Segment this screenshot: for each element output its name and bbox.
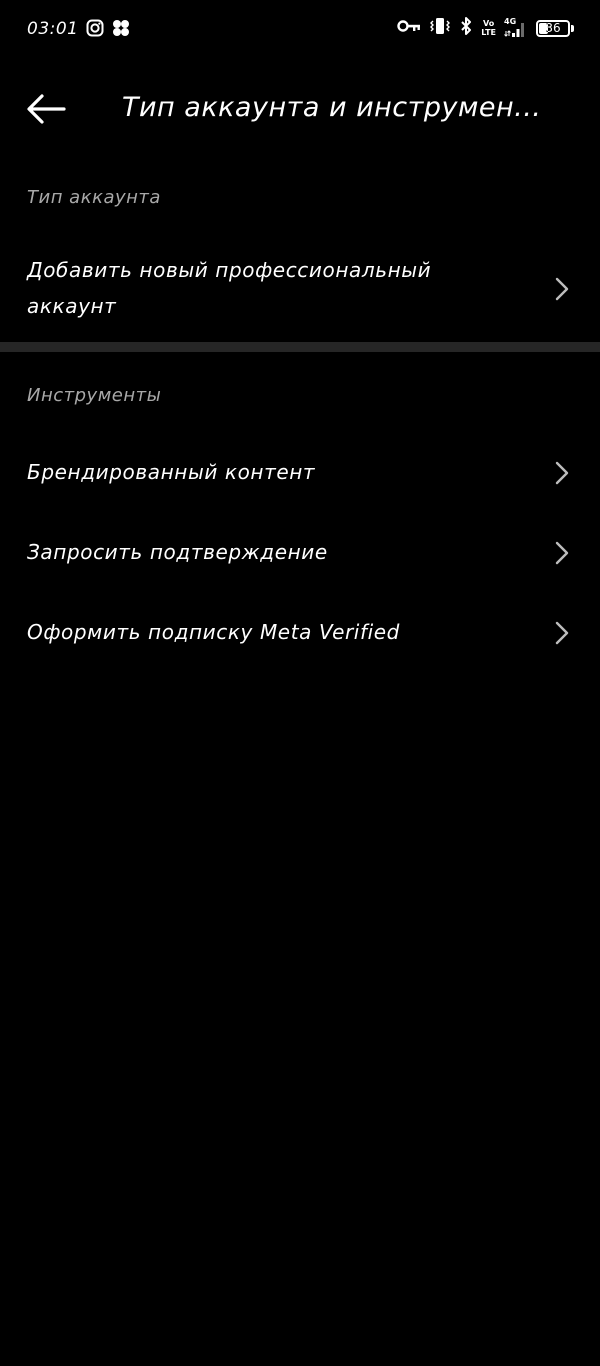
list-item-label: Оформить подписку Meta Verified xyxy=(27,620,400,644)
volte-bottom-label: LTE xyxy=(481,28,496,37)
section-header-tools: Инструменты xyxy=(27,385,162,406)
arrow-left-icon xyxy=(27,94,66,124)
section-header-account-type: Тип аккаунта xyxy=(27,187,161,208)
list-item-add-professional-account[interactable]: Добавить новый профессиональный аккаунт xyxy=(0,250,600,326)
vibrate-icon xyxy=(429,17,451,39)
pinwheel-icon xyxy=(112,19,130,41)
instagram-icon xyxy=(86,19,104,41)
bluetooth-icon xyxy=(459,17,473,39)
section-divider xyxy=(0,342,600,352)
chevron-right-icon xyxy=(555,461,569,485)
list-item-request-verification[interactable]: Запросить подтверждение xyxy=(0,530,600,576)
app-header: Тип аккаунта и инструмен... xyxy=(0,78,600,140)
list-item-label: Добавить новый профессиональный аккаунт xyxy=(27,258,432,318)
chevron-right-icon xyxy=(555,621,569,645)
list-item-label: Брендированный контент xyxy=(27,460,316,484)
back-button[interactable] xyxy=(22,88,70,130)
list-item-label: Запросить подтверждение xyxy=(27,540,328,564)
status-bar: 03:01 Vo LTE 4G 36 xyxy=(0,0,600,60)
battery-body: 36 xyxy=(536,19,570,37)
battery-icon: 36 xyxy=(536,19,574,37)
battery-level: 36 xyxy=(545,20,561,35)
status-left-icons xyxy=(86,19,130,41)
list-item-branded-content[interactable]: Брендированный контент xyxy=(0,450,600,496)
status-time: 03:01 xyxy=(27,19,79,39)
chevron-right-icon xyxy=(555,277,569,301)
list-item-meta-verified[interactable]: Оформить подписку Meta Verified xyxy=(0,610,600,656)
chevron-right-icon xyxy=(555,541,569,565)
volte-top-label: Vo xyxy=(483,19,495,28)
signal-icon: 4G xyxy=(504,17,528,39)
battery-tip xyxy=(571,24,574,32)
status-right-icons: Vo LTE 4G 36 xyxy=(397,17,574,39)
page-title: Тип аккаунта и инструмен... xyxy=(122,92,542,123)
volte-icon: Vo LTE xyxy=(481,19,496,37)
key-icon xyxy=(397,18,421,38)
